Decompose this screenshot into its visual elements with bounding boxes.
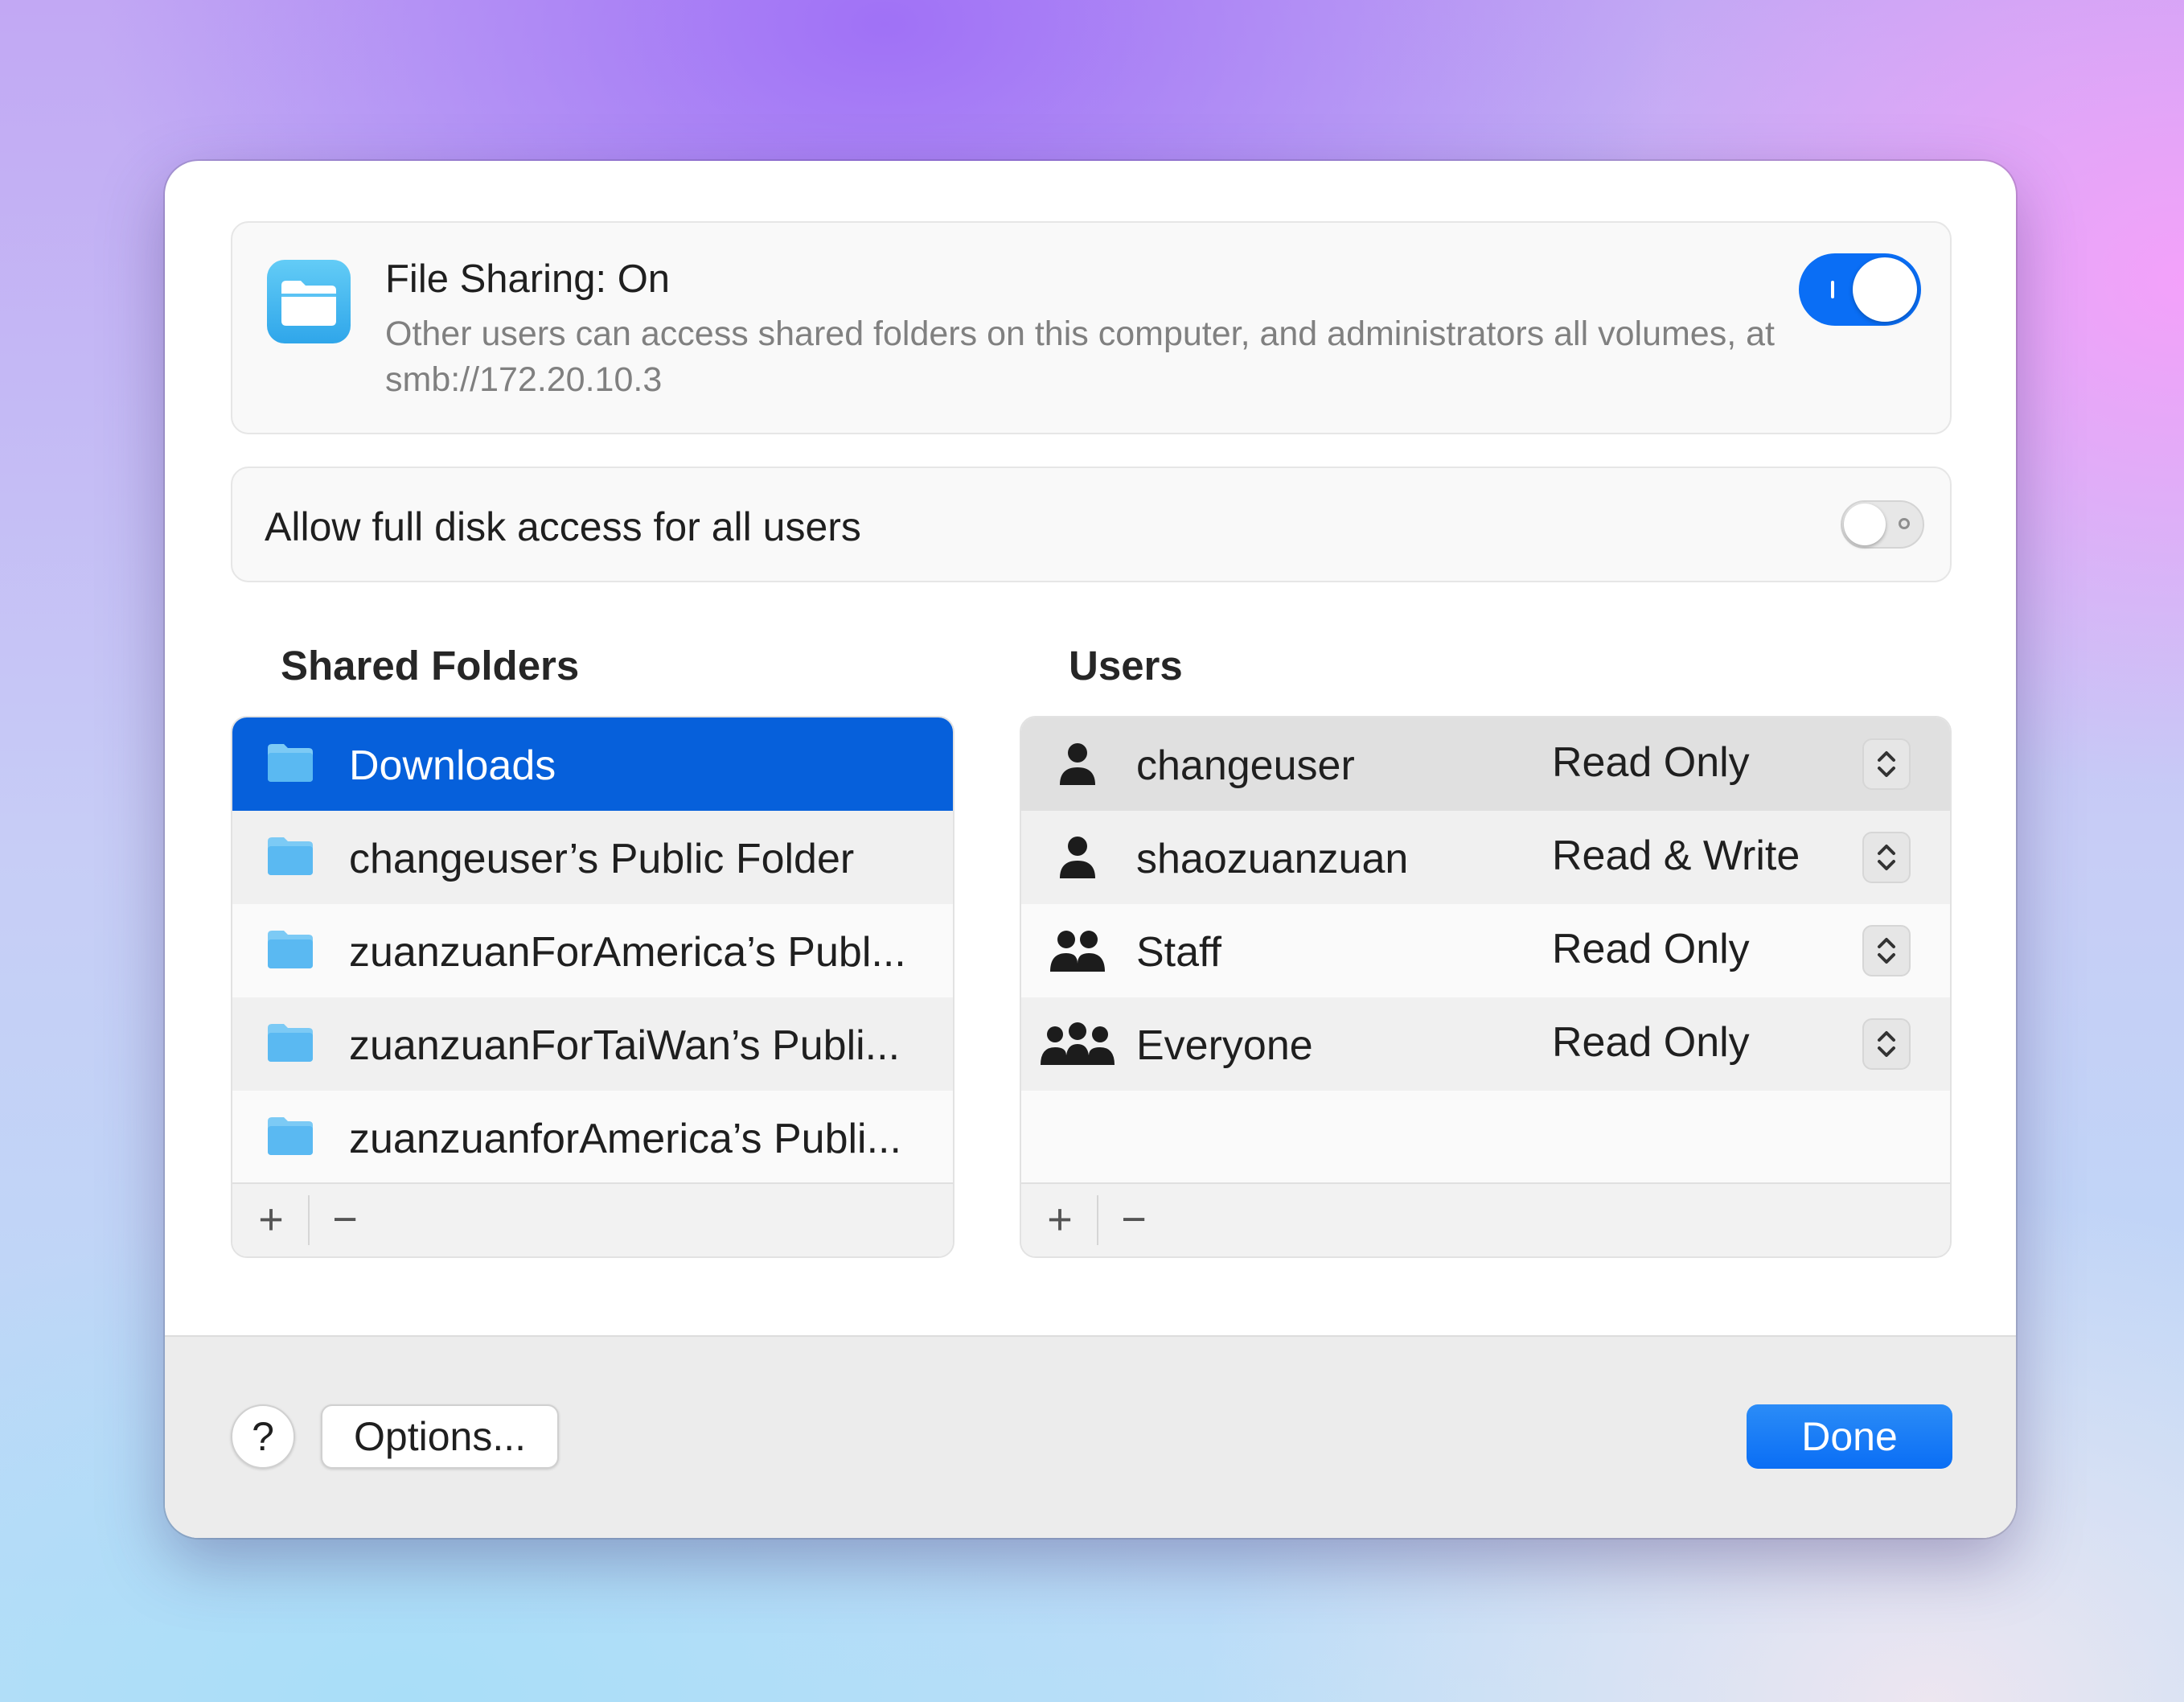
folder-icon (268, 1024, 313, 1062)
user-row[interactable]: Staff Read Only (1021, 904, 1950, 997)
help-button[interactable]: ? (231, 1404, 295, 1469)
user-name: Staff (1136, 929, 1222, 976)
add-folder-button[interactable]: + (250, 1195, 292, 1244)
permission-value: Read Only (1552, 1019, 1750, 1066)
folder-icon (268, 744, 313, 782)
shared-folder-row[interactable]: changeuser’s Public Folder (232, 811, 953, 904)
chevron-up-down-icon (1878, 845, 1895, 870)
user-name: changeuser (1136, 742, 1355, 789)
users-title: Users (1069, 643, 1183, 689)
permission-popup-button[interactable] (1862, 925, 1911, 976)
toggle-knob (1844, 504, 1886, 545)
toggle-off-indicator (1899, 518, 1910, 529)
permission-value: Read & Write (1552, 832, 1800, 879)
file-sharing-dialog: File Sharing: On Other users can access … (165, 161, 2016, 1538)
shared-folder-label: zuanzuanforAmerica’s Publi... (349, 1116, 901, 1162)
chevron-up-down-icon (1878, 1031, 1895, 1057)
file-sharing-description: Other users can access shared folders on… (385, 314, 1775, 399)
folder-icon (268, 931, 313, 968)
toolbar-divider (308, 1195, 310, 1245)
user-row[interactable]: shaozuanzuan Read & Write (1021, 811, 1950, 904)
folder-icon (268, 1117, 313, 1155)
everyone-icon (1041, 1022, 1115, 1065)
dialog-footer: ? Options... Done (165, 1335, 2016, 1538)
done-button[interactable]: Done (1747, 1404, 1952, 1469)
file-sharing-card: File Sharing: On Other users can access … (231, 221, 1952, 434)
users-list: changeuser Read Only shaozuanzuan Read &… (1020, 716, 1952, 1258)
shared-folder-row[interactable]: zuanzuanforAmerica’s Publi... (232, 1091, 953, 1184)
shared-folders-title: Shared Folders (281, 643, 580, 689)
shared-folders-toolbar: + − (232, 1182, 953, 1256)
folder-icon (268, 837, 313, 875)
shared-folder-row[interactable]: Downloads (232, 717, 953, 811)
full-disk-access-label: Allow full disk access for all users (265, 504, 861, 549)
group-icon (1050, 931, 1105, 972)
chevron-up-down-icon (1878, 751, 1895, 777)
user-name: Everyone (1136, 1022, 1313, 1069)
add-user-button[interactable]: + (1039, 1195, 1081, 1244)
permission-popup-button[interactable] (1862, 832, 1911, 883)
full-disk-access-card: Allow full disk access for all users (231, 467, 1952, 582)
shared-folder-row[interactable]: zuanzuanForAmerica’s Publ... (232, 904, 953, 997)
shared-folder-label: zuanzuanForTaiWan’s Publi... (349, 1022, 901, 1069)
file-sharing-toggle[interactable] (1799, 253, 1921, 326)
person-icon (1060, 743, 1095, 785)
shared-folder-label: changeuser’s Public Folder (349, 836, 855, 882)
permission-popup-button[interactable] (1862, 1018, 1911, 1070)
options-button[interactable]: Options... (321, 1404, 559, 1469)
shared-folder-label: Downloads (349, 742, 556, 789)
full-disk-access-toggle[interactable] (1841, 500, 1924, 549)
shared-folder-label: zuanzuanForAmerica’s Publ... (349, 929, 906, 976)
users-toolbar: + − (1021, 1182, 1950, 1256)
remove-folder-button[interactable]: − (324, 1195, 366, 1244)
user-row[interactable]: Everyone Read Only (1021, 997, 1950, 1091)
shared-folder-row[interactable]: zuanzuanForTaiWan’s Publi... (232, 997, 953, 1091)
user-row[interactable]: changeuser Read Only (1021, 717, 1950, 811)
file-sharing-title: File Sharing: On (385, 257, 671, 301)
person-icon (1060, 837, 1095, 878)
permission-value: Read Only (1552, 926, 1750, 972)
toggle-knob (1853, 257, 1917, 322)
toggle-on-indicator (1831, 281, 1834, 298)
permission-popup-button[interactable] (1862, 738, 1911, 790)
toolbar-divider (1097, 1195, 1098, 1245)
chevron-up-down-icon (1878, 938, 1895, 964)
remove-user-button[interactable]: − (1113, 1195, 1155, 1244)
user-name: shaozuanzuan (1136, 836, 1409, 882)
folder-icon (267, 260, 351, 343)
permission-value: Read Only (1552, 739, 1750, 786)
shared-folders-list: Downloads changeuser’s Public Folder zua… (231, 716, 954, 1258)
